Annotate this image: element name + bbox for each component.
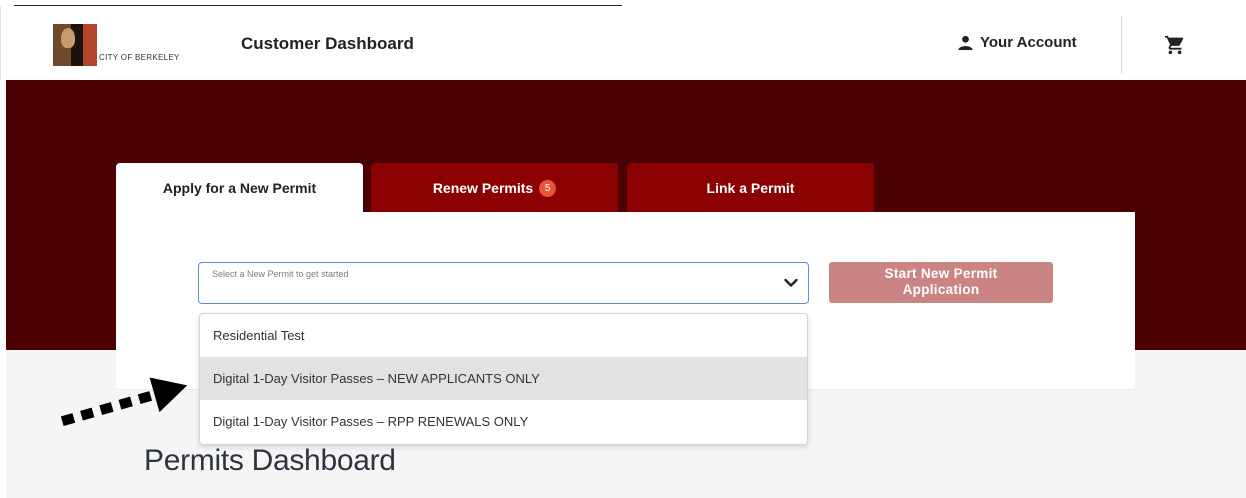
tab-renew-permits[interactable]: Renew Permits 5: [371, 163, 618, 213]
option-residential-test[interactable]: Residential Test: [200, 314, 807, 357]
new-permit-select[interactable]: Select a New Permit to get started: [198, 262, 809, 304]
option-visitor-passes-new[interactable]: Digital 1-Day Visitor Passes – NEW APPLI…: [200, 357, 807, 400]
chevron-down-icon: [784, 278, 798, 287]
option-visitor-passes-rpp[interactable]: Digital 1-Day Visitor Passes – RPP RENEW…: [200, 400, 807, 443]
renew-count-badge: 5: [539, 179, 557, 197]
header-divider: [1121, 16, 1122, 74]
tab-apply-new-permit[interactable]: Apply for a New Permit: [116, 163, 363, 213]
user-icon: [958, 35, 973, 50]
start-new-permit-button[interactable]: Start New Permit Application: [829, 262, 1053, 303]
page-title: Customer Dashboard: [241, 34, 414, 53]
site-header: CITY OF BERKELEY Customer Dashboard Your…: [0, 6, 1246, 80]
city-name: CITY OF BERKELEY: [99, 53, 180, 62]
account-label: Your Account: [980, 34, 1077, 51]
permit-options-list: Residential Test Digital 1-Day Visitor P…: [199, 313, 808, 445]
your-account-button[interactable]: Your Account: [958, 34, 1077, 51]
city-logo[interactable]: [53, 24, 97, 66]
cart-icon[interactable]: [1164, 34, 1186, 56]
tab-label: Link a Permit: [706, 180, 795, 196]
tab-label: Apply for a New Permit: [162, 180, 317, 196]
tab-link-permit[interactable]: Link a Permit: [627, 163, 874, 213]
permits-dashboard-heading: Permits Dashboard: [144, 444, 396, 477]
dotted-arrow-icon: [60, 377, 188, 427]
tab-label: Renew Permits: [432, 180, 534, 196]
select-placeholder: Select a New Permit to get started: [212, 269, 349, 279]
